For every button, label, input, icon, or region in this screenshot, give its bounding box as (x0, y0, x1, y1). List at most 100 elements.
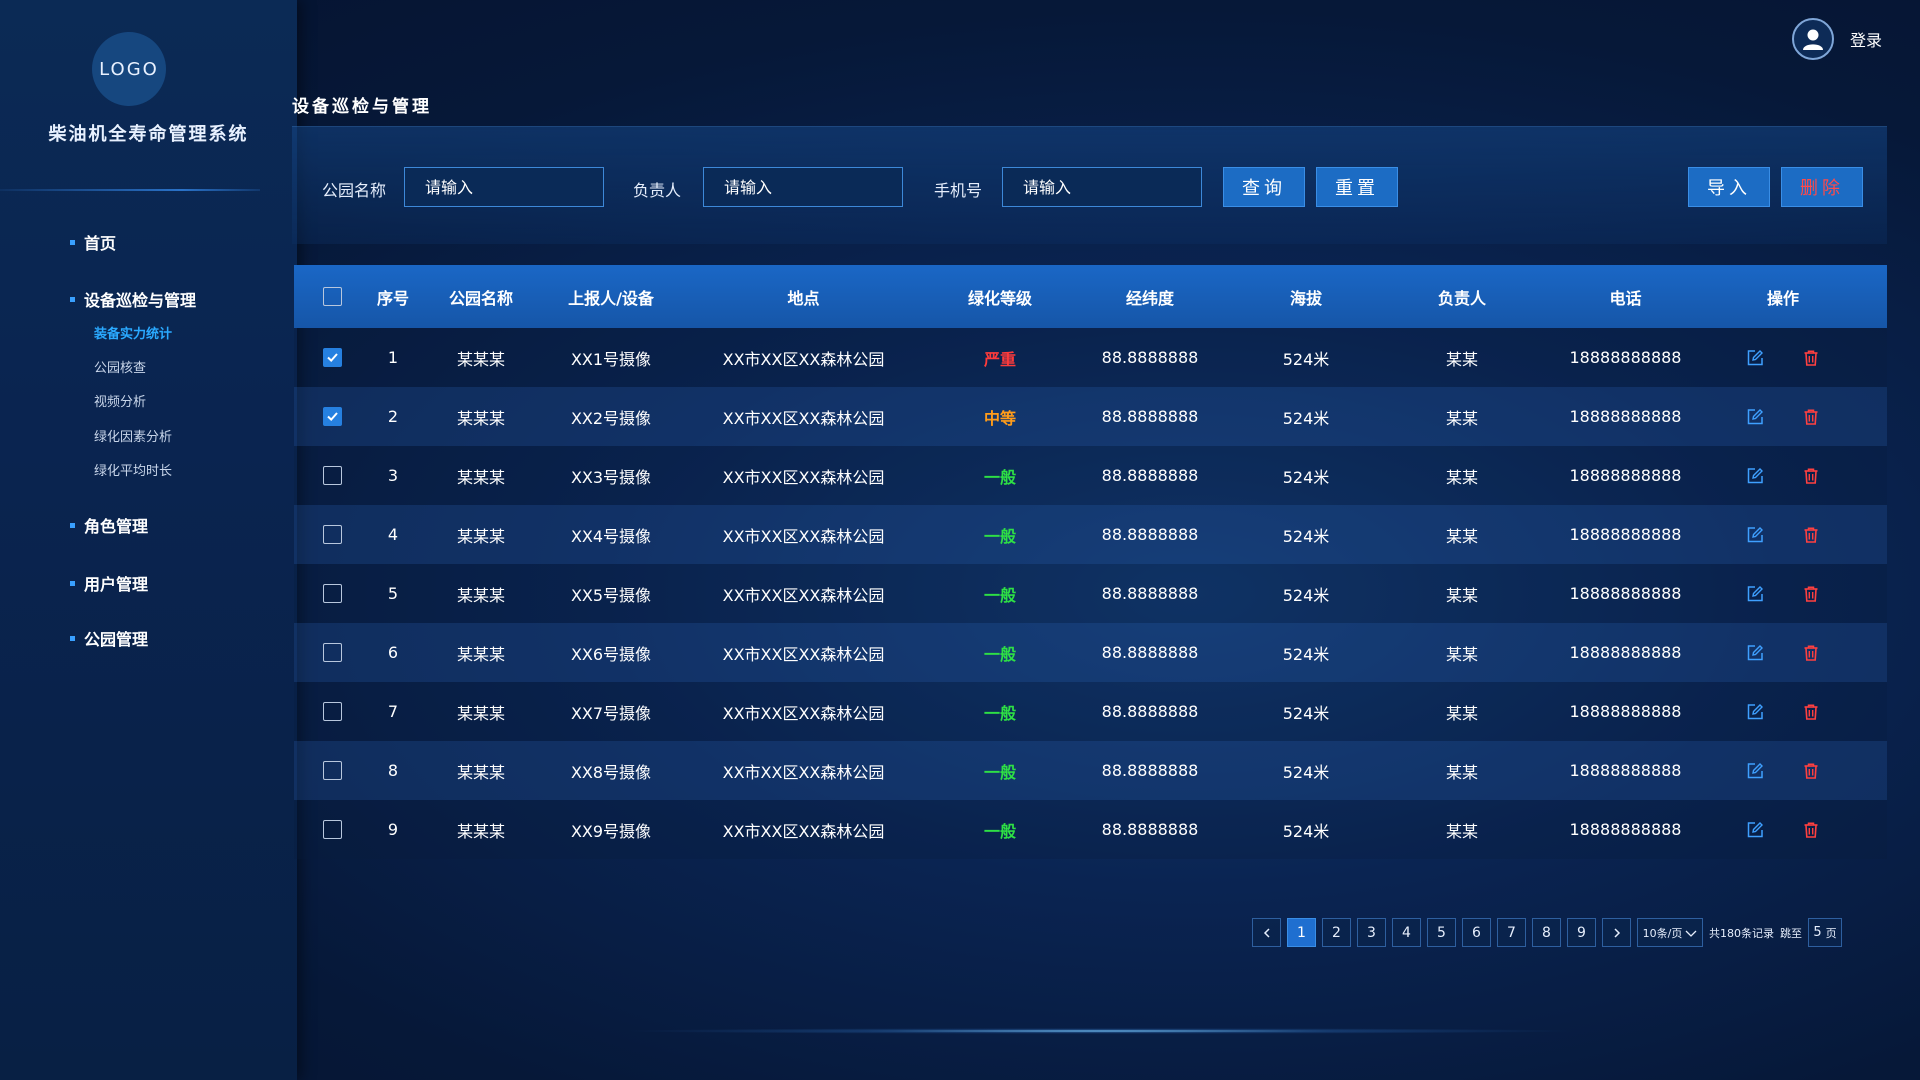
header-altitude: 海拔 (1289, 288, 1322, 308)
page-button[interactable]: 8 (1532, 918, 1561, 947)
sidebar-subitem-greening-factor[interactable]: 绿化因素分析 (94, 426, 172, 445)
delete-button[interactable]: 删除 (1781, 167, 1863, 207)
page-button[interactable]: 1 (1287, 918, 1316, 947)
cell-owner: 某某 (1445, 349, 1478, 369)
trash-icon[interactable] (1802, 821, 1820, 839)
pagination: 123456789 10条/页 共180条记录 跳至 5 页 (1252, 918, 1846, 947)
cell-altitude: 524米 (1282, 526, 1330, 546)
edit-icon[interactable] (1746, 703, 1764, 721)
sidebar-subitem-greening-duration[interactable]: 绿化平均时长 (94, 460, 172, 479)
table-row: 4 某某某 XX4号摄像 XX市XX区XX森林公园 一般 88.8888888 524米 某某… (294, 505, 1887, 564)
row-checkbox-cell (294, 761, 370, 780)
edit-icon[interactable] (1746, 821, 1764, 839)
page-title: 设备巡检与管理 (292, 97, 432, 117)
row-checkbox[interactable] (322, 820, 342, 839)
sidebar-subitem-equipment-stats[interactable]: 装备实力统计 (94, 323, 172, 342)
page-button[interactable]: 6 (1462, 918, 1491, 947)
sidebar-item-home[interactable]: 首页 (70, 230, 116, 254)
row-checkbox[interactable] (322, 584, 342, 603)
bullet-icon (70, 522, 75, 528)
cell-phone: 18888888888 (1569, 466, 1682, 485)
cell-altitude: 524米 (1282, 408, 1330, 428)
trash-icon[interactable] (1802, 408, 1820, 426)
sidebar-item-device-inspection[interactable]: 设备巡检与管理 (70, 287, 196, 311)
owner-input[interactable] (703, 167, 903, 207)
cell-lnglat: 88.8888888 (1101, 525, 1199, 544)
trash-icon[interactable] (1802, 467, 1820, 485)
edit-icon[interactable] (1746, 585, 1764, 603)
prev-page-button[interactable] (1252, 918, 1281, 947)
cell-location: XX市XX区XX森林公园 (722, 526, 885, 546)
sidebar-subitem-video-analysis[interactable]: 视频分析 (94, 391, 146, 410)
page-button[interactable]: 7 (1497, 918, 1526, 947)
jump-page-input[interactable]: 5 页 (1808, 918, 1842, 947)
phone-input[interactable] (1002, 167, 1202, 207)
query-button[interactable]: 查询 (1223, 167, 1305, 207)
system-title: 柴油机全寿命管理系统 (48, 124, 249, 145)
trash-icon[interactable] (1802, 585, 1820, 603)
sidebar-item-label: 首页 (84, 234, 117, 253)
total-records: 共180条记录 (1709, 926, 1774, 940)
header-location: 地点 (787, 288, 820, 308)
bullet-icon (70, 635, 75, 641)
chevron-down-icon (1685, 930, 1697, 937)
cell-lnglat: 88.8888888 (1101, 643, 1199, 662)
cell-reporter: XX4号摄像 (570, 526, 652, 546)
cell-ops (1708, 703, 1858, 721)
row-checkbox[interactable] (322, 702, 342, 721)
user-avatar-icon[interactable] (1791, 18, 1834, 60)
sidebar-item-users[interactable]: 用户管理 (70, 571, 148, 595)
trash-icon[interactable] (1802, 703, 1820, 721)
cell-index: 8 (387, 761, 399, 780)
row-checkbox-cell (294, 525, 370, 544)
cell-reporter: XX7号摄像 (570, 703, 652, 723)
import-button[interactable]: 导入 (1688, 167, 1770, 207)
cell-altitude: 524米 (1282, 762, 1330, 782)
login-link[interactable]: 登录 (1850, 27, 1882, 51)
edit-icon[interactable] (1746, 467, 1764, 485)
next-page-button[interactable] (1602, 918, 1631, 947)
row-checkbox[interactable] (322, 761, 342, 780)
trash-icon[interactable] (1802, 644, 1820, 662)
cell-owner: 某某 (1445, 644, 1478, 664)
page-unit: 页 (1825, 926, 1837, 940)
row-checkbox[interactable] (322, 407, 342, 426)
page-button[interactable]: 4 (1392, 918, 1421, 947)
cell-owner: 某某 (1445, 467, 1478, 487)
sidebar-subitem-park-check[interactable]: 公园核查 (94, 357, 146, 376)
cell-index: 5 (387, 584, 399, 603)
reset-button[interactable]: 重置 (1316, 167, 1398, 207)
row-checkbox[interactable] (322, 525, 342, 544)
sidebar-item-parks[interactable]: 公园管理 (70, 626, 148, 650)
trash-icon[interactable] (1802, 762, 1820, 780)
cell-index: 4 (387, 525, 399, 544)
page-button[interactable]: 5 (1427, 918, 1456, 947)
row-checkbox[interactable] (322, 466, 342, 485)
trash-icon[interactable] (1802, 526, 1820, 544)
cell-park: 某某某 (456, 526, 505, 546)
row-checkbox[interactable] (322, 643, 342, 662)
page-button[interactable]: 9 (1567, 918, 1596, 947)
chevron-right-icon (1613, 927, 1620, 938)
park-name-input[interactable] (404, 167, 604, 207)
cell-reporter: XX6号摄像 (570, 644, 652, 664)
park-name-label: 公园名称 (322, 181, 387, 200)
edit-icon[interactable] (1746, 644, 1764, 662)
cell-ops (1708, 585, 1858, 603)
page-size-select[interactable]: 10条/页 (1637, 918, 1703, 947)
page-button[interactable]: 2 (1322, 918, 1351, 947)
cell-index: 7 (387, 702, 399, 721)
cell-grade: 一般 (983, 644, 1016, 664)
select-all-checkbox[interactable] (322, 287, 342, 306)
login-area[interactable]: 登录 (1791, 18, 1882, 60)
trash-icon[interactable] (1802, 349, 1820, 367)
row-checkbox[interactable] (322, 348, 342, 367)
edit-icon[interactable] (1746, 408, 1764, 426)
cell-owner: 某某 (1445, 821, 1478, 841)
page-button[interactable]: 3 (1357, 918, 1386, 947)
cell-reporter: XX3号摄像 (570, 467, 652, 487)
edit-icon[interactable] (1746, 762, 1764, 780)
edit-icon[interactable] (1746, 349, 1764, 367)
sidebar-item-roles[interactable]: 角色管理 (70, 513, 148, 537)
edit-icon[interactable] (1746, 526, 1764, 544)
